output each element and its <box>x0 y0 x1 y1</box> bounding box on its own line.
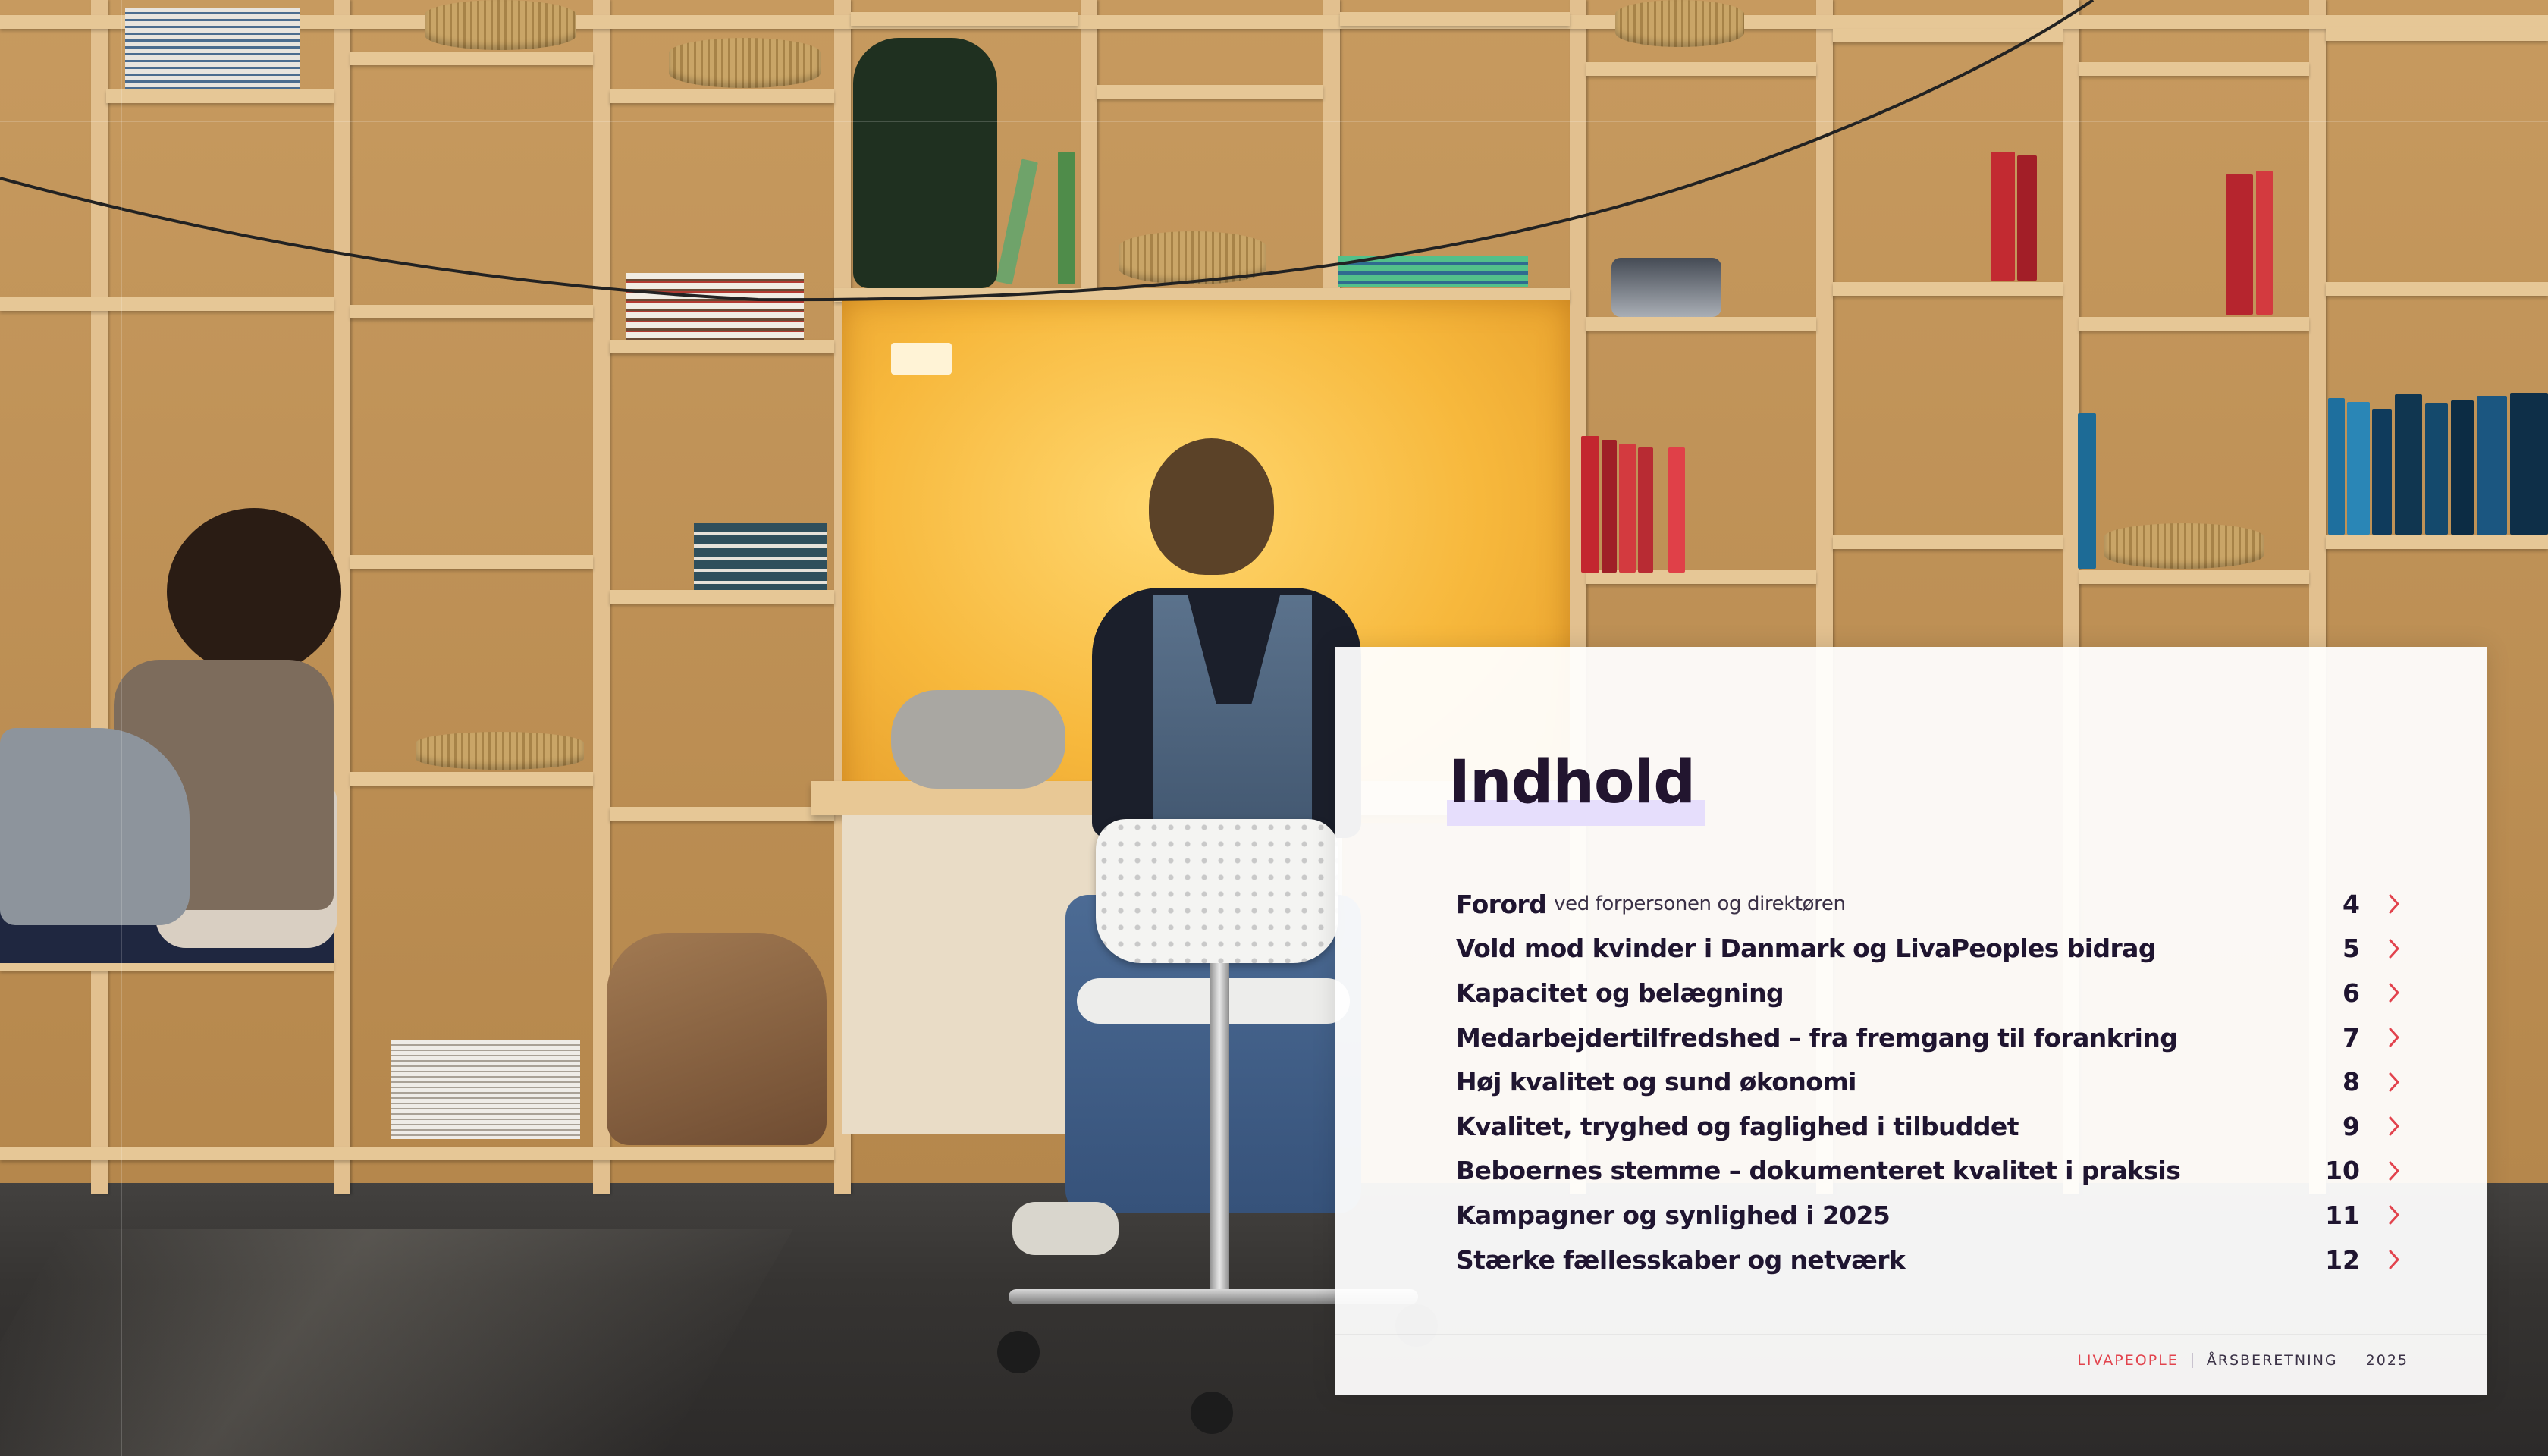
toc-item-page: 12 <box>2325 1244 2360 1275</box>
toc-item[interactable]: Kapacitet og belægning 6 <box>1456 971 2404 1015</box>
chevron-right-icon[interactable] <box>2384 937 2404 960</box>
chevron-right-icon[interactable] <box>2384 1115 2404 1138</box>
toc-item-title: Kapacitet og belægning <box>1456 977 1784 1008</box>
toc-item[interactable]: Kvalitet, tryghed og faglighed i tilbudd… <box>1456 1104 2404 1149</box>
chevron-right-icon[interactable] <box>2384 1026 2404 1049</box>
footer-divider <box>2192 1353 2193 1368</box>
footer-brand: LIVAPEOPLE <box>2077 1352 2179 1369</box>
toc-item-page: 11 <box>2325 1200 2360 1230</box>
toc-item-page: 4 <box>2342 889 2360 919</box>
chevron-right-icon[interactable] <box>2384 1071 2404 1094</box>
toc-item-title: Høj kvalitet og sund økonomi <box>1456 1067 1856 1097</box>
page-title: Indhold <box>1448 748 1696 817</box>
toc-item[interactable]: Medarbejdertilfredshed – fra fremgang ti… <box>1456 1015 2404 1060</box>
toc-item[interactable]: Stærke fællesskaber og netværk 12 <box>1456 1238 2404 1282</box>
chevron-right-icon[interactable] <box>2384 893 2404 915</box>
table-of-contents: Forord ved forpersonen og direktøren 4 Vo… <box>1456 882 2404 1282</box>
toc-item-page: 8 <box>2342 1067 2360 1097</box>
toc-item[interactable]: Kampagner og synlighed i 2025 11 <box>1456 1193 2404 1238</box>
toc-item-page: 7 <box>2342 1022 2360 1053</box>
page-footer: LIVAPEOPLE ÅRSBERETNING 2025 <box>2077 1352 2408 1369</box>
grid-line <box>0 121 2548 122</box>
grid-line <box>121 0 122 1456</box>
footer-document-name: ÅRSBERETNING <box>2206 1352 2338 1369</box>
toc-item-page: 5 <box>2342 934 2360 964</box>
chevron-right-icon[interactable] <box>2384 981 2404 1004</box>
toc-item-title: Vold mod kvinder i Danmark og LivaPeople… <box>1456 934 2156 964</box>
toc-item[interactable]: Høj kvalitet og sund økonomi 8 <box>1456 1059 2404 1104</box>
toc-item-page: 9 <box>2342 1111 2360 1141</box>
toc-item-title: Forord <box>1456 889 1547 919</box>
toc-item-page: 10 <box>2325 1156 2360 1186</box>
toc-item-title: Kampagner og synlighed i 2025 <box>1456 1200 1891 1230</box>
toc-item-subtitle: ved forpersonen og direktøren <box>1554 893 1846 916</box>
chevron-right-icon[interactable] <box>2384 1248 2404 1271</box>
toc-item-title: Kvalitet, tryghed og faglighed i tilbudd… <box>1456 1111 2019 1141</box>
toc-item[interactable]: Forord ved forpersonen og direktøren 4 <box>1456 882 2404 927</box>
contents-panel: Indhold Forord ved forpersonen og direktø… <box>1335 647 2487 1395</box>
toc-item[interactable]: Vold mod kvinder i Danmark og LivaPeople… <box>1456 927 2404 971</box>
footer-year: 2025 <box>2365 1352 2408 1369</box>
toc-item-title: Medarbejdertilfredshed – fra fremgang ti… <box>1456 1022 2178 1053</box>
toc-item-title: Stærke fællesskaber og netværk <box>1456 1244 1906 1275</box>
grid-line <box>1335 1334 2487 1335</box>
title-block: Indhold <box>1447 748 1705 826</box>
chevron-right-icon[interactable] <box>2384 1159 2404 1182</box>
toc-item-title: Beboernes stemme – dokumenteret kvalitet… <box>1456 1156 2181 1186</box>
chevron-right-icon[interactable] <box>2384 1203 2404 1226</box>
toc-item-page: 6 <box>2342 977 2360 1008</box>
toc-item[interactable]: Beboernes stemme – dokumenteret kvalitet… <box>1456 1149 2404 1194</box>
